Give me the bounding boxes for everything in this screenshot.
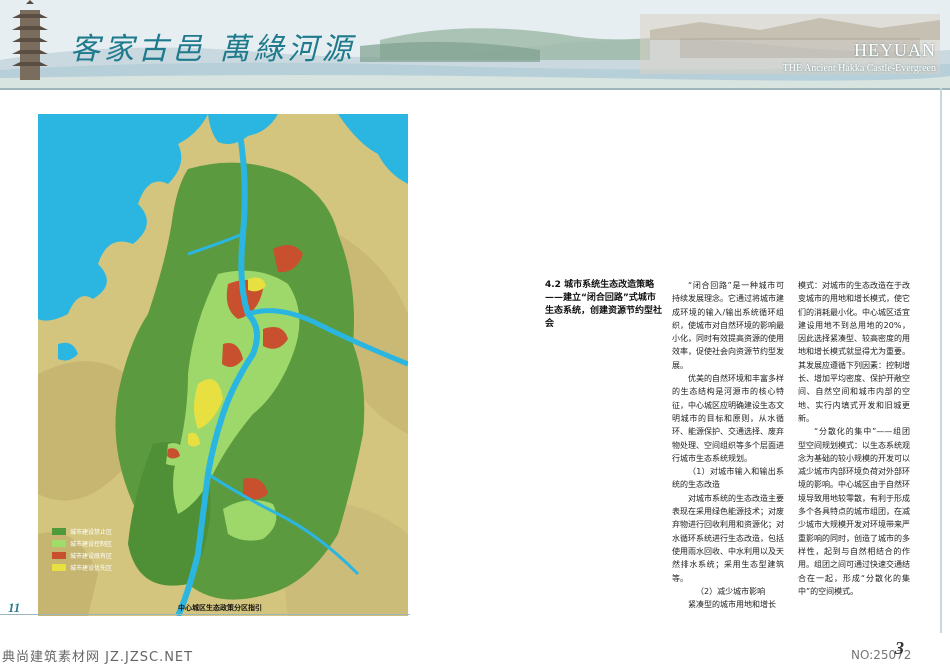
legend-swatch <box>52 527 66 535</box>
legend-item: 城市建设优先区 <box>52 562 112 572</box>
page-number-right: 3 <box>895 638 904 658</box>
paragraph: 优美的自然环境和丰富多样的生态结构是河源市的核心特征，中心城区应明确建设生态文明… <box>672 374 784 463</box>
footer-divider <box>0 614 410 615</box>
legend-swatch <box>52 563 66 571</box>
legend-item: 城市建设禁止区 <box>52 526 112 536</box>
paragraph: “闭合回路”是一种城市可持续发展理念。它通过将城市建成环境的输入/输出系统循环组… <box>672 281 784 370</box>
paragraph: （2）减少城市影响 <box>696 586 766 596</box>
watermark-left: 典尚建筑素材网 JZ.JZSC.NET <box>2 650 194 665</box>
legend-swatch <box>52 539 66 547</box>
paragraph: “分散化的集中”——组团型空间规划模式：以生态系统观念为基础的较小规模的开发可以… <box>798 427 910 596</box>
header-divider <box>0 88 950 90</box>
paragraph: （1）对城市输入和输出系统的生态改造 <box>672 467 784 490</box>
paragraph: 对城市系统的生态改造主要表现在采用绿色能源技术；对废弃物进行回收利用和资源化；对… <box>672 493 784 583</box>
legend-swatch <box>52 551 66 559</box>
header-title-cn: 客家古邑 萬綠河源 <box>70 32 356 67</box>
legend-label: 城市建设控制区 <box>70 540 113 548</box>
legend-label: 城市建设优先区 <box>70 564 113 572</box>
section-heading: 4.2 城市系统生态改造策略——建立“闭合回路”式城市生态系统，创建资源节约型社… <box>545 280 663 329</box>
text-column-1: “闭合回路”是一种城市可持续发展理念。它通过将城市建成环境的输入/输出系统循环组… <box>672 279 784 611</box>
legend-label: 城市建设禁止区 <box>70 528 113 536</box>
legend-item: 城市建设控制区 <box>52 538 112 548</box>
header-subtitle-en: THE Ancient Hakka Castle-Evergreen <box>782 63 936 74</box>
page-edge <box>940 88 942 633</box>
legend-item: 城市建设既有区 <box>52 550 112 560</box>
map-legend: 城市建设禁止区 城市建设控制区 城市建设既有区 城市建设优先区 <box>52 526 112 574</box>
text-column-2: 模式：对城市的生态改造在于改变城市的用地和增长模式，使它们的消耗最小化。中心城区… <box>798 279 910 598</box>
paragraph: 模式：对城市的生态改造在于改变城市的用地和增长模式，使它们的消耗最小化。中心城区… <box>798 281 910 423</box>
paragraph: 紧凑型的城市用地和增长 <box>688 600 776 610</box>
legend-label: 城市建设既有区 <box>70 552 113 560</box>
header-banner: 客家古邑 萬綠河源 HEYUAN THE Ancient Hakka Castl… <box>0 0 950 88</box>
map-caption: 中心城区生态政策分区指引 <box>178 604 262 612</box>
header-title-en: HEYUAN <box>854 40 936 60</box>
